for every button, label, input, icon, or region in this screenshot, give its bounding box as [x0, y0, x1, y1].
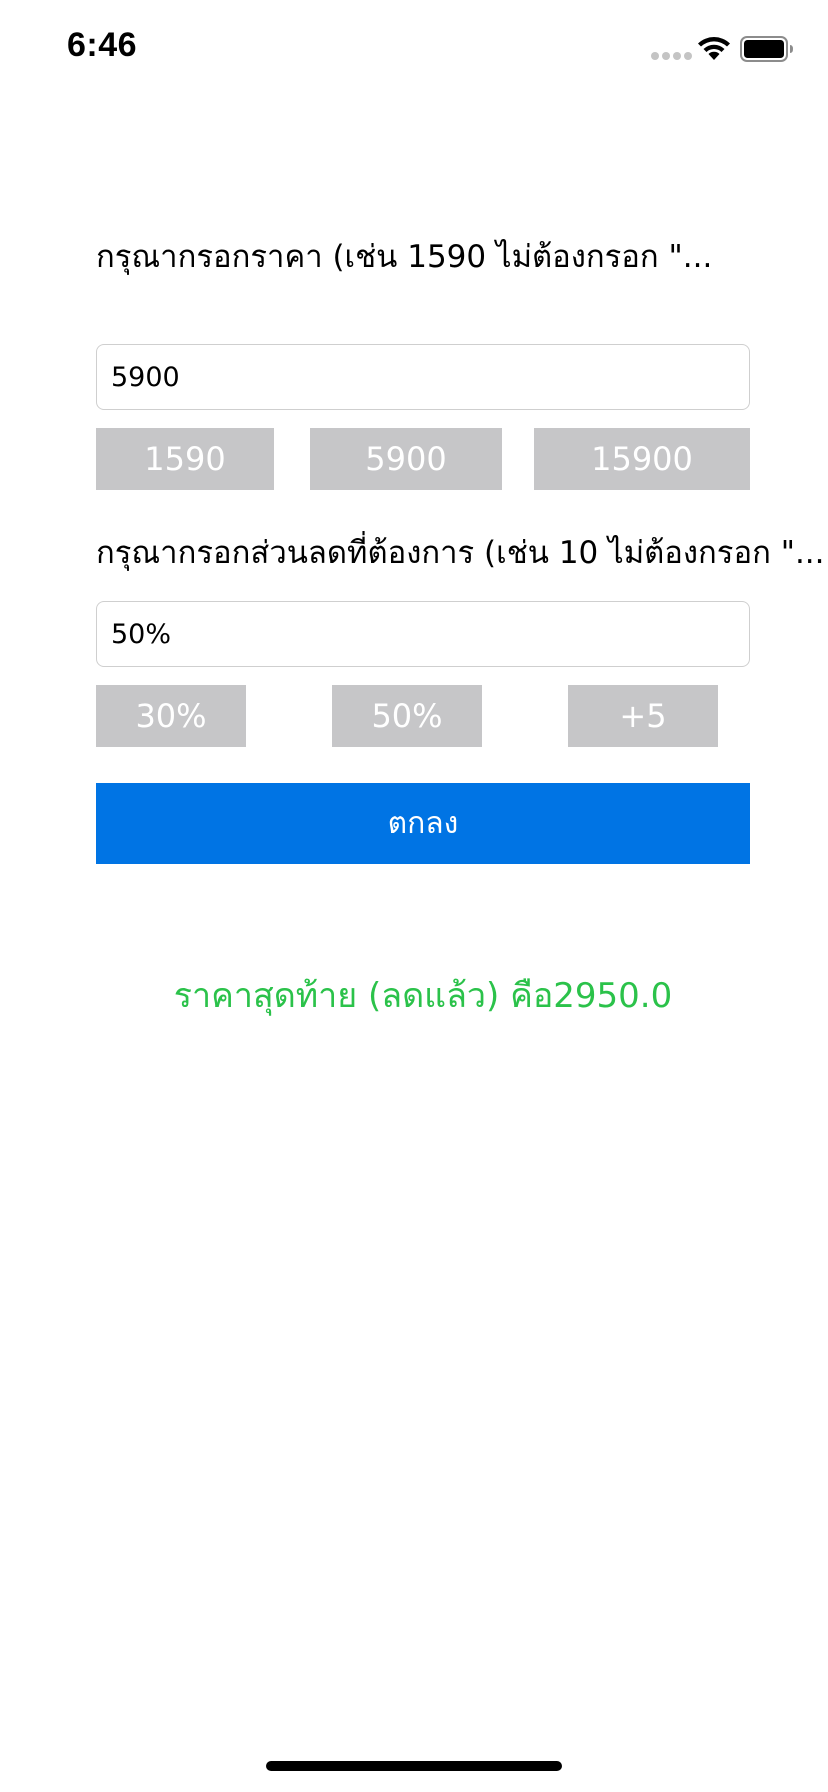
discount-prompt-label: กรุณากรอกส่วนลดที่ต้องการ (เช่น 10 ไม่ต้… — [96, 535, 825, 571]
price-preset-button-1[interactable]: 1590 — [96, 428, 274, 490]
price-prompt-label: กรุณากรอกราคา (เช่น 1590 ไม่ต้องกรอก "..… — [96, 239, 713, 275]
price-preset-button-3[interactable]: 15900 — [534, 428, 750, 490]
result-text: ราคาสุดท้าย (ลดแล้ว) คือ2950.0 — [173, 976, 673, 1016]
wifi-icon — [698, 37, 730, 60]
battery-icon — [740, 36, 793, 62]
price-preset-button-2[interactable]: 5900 — [310, 428, 502, 490]
discount-input[interactable] — [96, 601, 750, 667]
home-indicator[interactable] — [266, 1761, 562, 1771]
discount-preset-button-3[interactable]: +5 — [568, 685, 718, 747]
discount-preset-button-1[interactable]: 30% — [96, 685, 246, 747]
submit-button[interactable]: ตกลง — [96, 783, 750, 864]
discount-preset-button-2[interactable]: 50% — [332, 685, 482, 747]
status-time: 6:46 — [67, 26, 138, 64]
signal-icon — [651, 52, 692, 60]
price-input[interactable] — [96, 344, 750, 410]
